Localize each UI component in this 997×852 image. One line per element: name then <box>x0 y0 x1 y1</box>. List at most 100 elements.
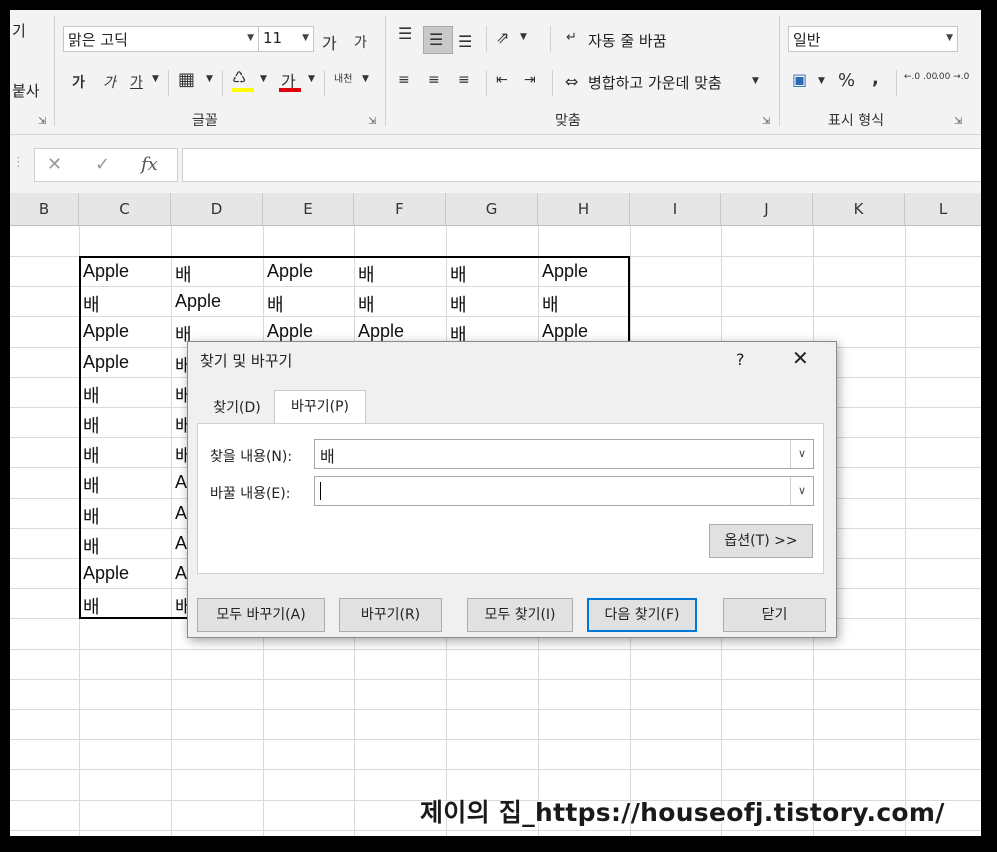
chevron-down-icon: ▼ <box>247 33 254 43</box>
wrap-text-icon: ↵ <box>566 30 577 45</box>
column-header-h[interactable]: H <box>538 193 630 225</box>
wrap-text-button[interactable]: 자동 줄 바꿈 <box>588 30 667 51</box>
options-button[interactable]: 옵션(T) >> <box>709 524 813 558</box>
increase-decimal-button[interactable]: ←.0 .00 <box>904 72 937 82</box>
underline-button[interactable]: 가 <box>130 72 143 92</box>
replace-with-label: 바꿀 내용(E): <box>210 486 291 502</box>
help-button[interactable]: ? <box>736 350 745 369</box>
separator <box>552 70 553 96</box>
align-middle-icon: ☰ <box>429 30 444 49</box>
formula-input[interactable] <box>182 148 981 182</box>
increase-indent-icon[interactable]: ⇥ <box>524 72 536 88</box>
find-what-input[interactable]: 배 ∨ <box>314 439 814 469</box>
bold-button[interactable]: 가 <box>72 72 85 92</box>
italic-button[interactable]: 가 <box>103 72 116 92</box>
chevron-down-icon: ▼ <box>302 33 309 43</box>
replace-with-input[interactable]: ∨ <box>314 476 814 506</box>
close-button[interactable]: 닫기 <box>723 598 826 632</box>
find-what-label: 찾을 내용(N): <box>210 449 293 465</box>
column-header-c[interactable]: C <box>79 193 171 225</box>
fill-color-icon[interactable]: ♺ <box>232 68 246 87</box>
column-header-b[interactable]: B <box>10 193 79 225</box>
chevron-down-icon[interactable]: ∨ <box>790 440 813 468</box>
phonetic-icon[interactable]: 내천 <box>334 70 352 85</box>
group-separator <box>54 16 55 126</box>
insert-function-icon[interactable]: fx <box>141 154 158 175</box>
group-label-number: 표시 형식 <box>828 113 884 129</box>
tab-replace[interactable]: 바꾸기(P) <box>274 390 366 424</box>
separator <box>896 70 897 96</box>
font-size-combo[interactable]: 11 ▼ <box>258 26 314 52</box>
align-top-icon[interactable]: ☰ <box>398 24 412 43</box>
separator <box>486 70 487 96</box>
align-right-icon[interactable]: ≡ <box>458 72 470 88</box>
ribbon-clipped-label-top: 기 <box>12 22 26 40</box>
separator <box>324 70 325 96</box>
tab-replace-label: 바꾸기(P) <box>290 399 349 415</box>
clipboard-launcher-icon[interactable]: ⇲ <box>38 116 46 127</box>
column-header-j[interactable]: J <box>721 193 813 225</box>
number-launcher-icon[interactable]: ⇲ <box>954 116 962 127</box>
orientation-icon[interactable]: ⇗ <box>496 28 509 47</box>
enter-icon[interactable]: ✓ <box>95 154 110 175</box>
accounting-format-icon[interactable]: ▣ <box>792 70 807 89</box>
chevron-down-icon[interactable]: ∨ <box>790 477 813 505</box>
align-bottom-icon[interactable]: ☰ <box>458 32 472 51</box>
merge-center-button[interactable]: 병합하고 가운데 맞춤 <box>588 72 722 93</box>
align-center-icon[interactable]: ≡ <box>428 72 440 88</box>
column-header-k[interactable]: K <box>813 193 905 225</box>
chevron-down-icon[interactable]: ▼ <box>260 74 267 84</box>
chevron-down-icon[interactable]: ▼ <box>752 76 759 86</box>
chevron-down-icon[interactable]: ▼ <box>308 74 315 84</box>
blog-watermark: 제이의 집_https://houseofj.tistory.com/ <box>420 798 945 827</box>
number-format-value: 일반 <box>793 31 821 49</box>
tab-find-label: 찾기(D) <box>213 400 261 416</box>
formula-buttons: ✕ ✓ fx <box>34 148 178 182</box>
gridline <box>10 829 981 831</box>
gridline <box>10 709 981 710</box>
column-header-l[interactable]: L <box>905 193 981 225</box>
gridline <box>10 739 981 741</box>
number-format-combo[interactable]: 일반 ▼ <box>788 26 958 52</box>
decrease-decimal-button[interactable]: .00 →.0 <box>936 72 969 82</box>
border-icon[interactable]: ▦ <box>178 69 195 90</box>
column-header-g[interactable]: G <box>446 193 538 225</box>
find-what-value: 배 <box>320 447 335 466</box>
alignment-launcher-icon[interactable]: ⇲ <box>762 116 770 127</box>
chevron-down-icon[interactable]: ▼ <box>206 74 213 84</box>
column-header-i[interactable]: I <box>630 193 721 225</box>
tab-find[interactable]: 찾기(D) <box>202 392 272 424</box>
grow-font-button[interactable]: 가 <box>322 30 337 54</box>
column-header-d[interactable]: D <box>171 193 263 225</box>
group-separator <box>779 16 780 126</box>
decrease-indent-icon[interactable]: ⇤ <box>496 72 508 88</box>
align-left-icon[interactable]: ≡ <box>398 72 410 88</box>
replace-all-button[interactable]: 모두 바꾸기(A) <box>197 598 325 632</box>
replace-button[interactable]: 바꾸기(R) <box>339 598 442 632</box>
column-header-f[interactable]: F <box>354 193 446 225</box>
separator <box>168 70 169 96</box>
font-name-combo[interactable]: 맑은 고딕 ▼ <box>63 26 259 52</box>
separator <box>550 26 551 52</box>
comma-button[interactable]: , <box>872 68 879 89</box>
find-next-button[interactable]: 다음 찾기(F) <box>587 598 697 632</box>
cancel-icon[interactable]: ✕ <box>47 154 62 175</box>
shrink-font-button[interactable]: 가 <box>354 32 367 52</box>
close-icon[interactable]: ✕ <box>792 346 809 370</box>
chevron-down-icon[interactable]: ▼ <box>362 74 369 84</box>
chevron-down-icon[interactable]: ▼ <box>152 74 159 84</box>
drag-handle-icon[interactable]: ⋮ <box>12 155 25 170</box>
separator <box>486 26 487 52</box>
find-all-button[interactable]: 모두 찾기(I) <box>467 598 573 632</box>
gridline <box>905 226 906 836</box>
chevron-down-icon: ▼ <box>946 33 953 43</box>
chevron-down-icon[interactable]: ▼ <box>520 32 527 42</box>
column-header-e[interactable]: E <box>263 193 354 225</box>
percent-button[interactable]: % <box>838 70 855 91</box>
gridline <box>10 648 981 650</box>
chevron-down-icon[interactable]: ▼ <box>818 76 825 86</box>
ribbon-clipped-label-paste[interactable]: 붙사 <box>12 80 40 101</box>
gridline <box>10 769 981 771</box>
ribbon: 기 붙사 ⇲ 맑은 고딕 ▼ 11 ▼ 가 가 가 가 가 ▼ ▦ ▼ ♺ ▼ … <box>10 10 981 135</box>
font-launcher-icon[interactable]: ⇲ <box>368 116 376 127</box>
